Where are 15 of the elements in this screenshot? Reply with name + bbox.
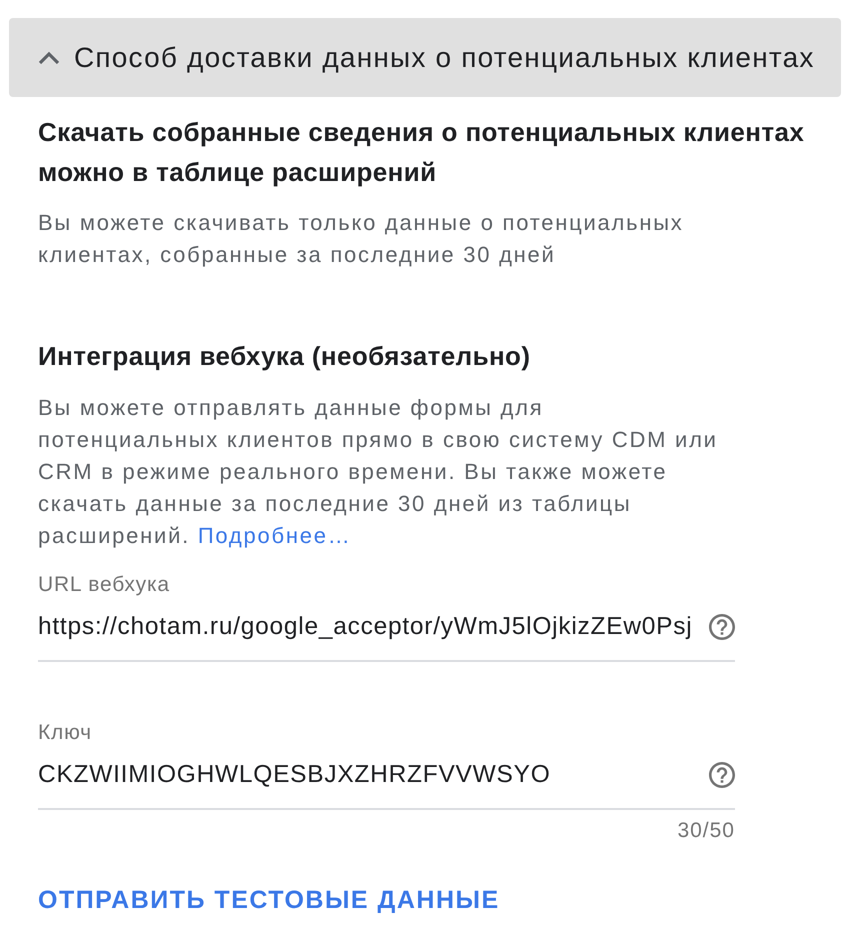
text-field[interactable]: https://chotam.ru/google_acceptor/yWmJ5lOjkizZEw0Psj: [38, 599, 735, 662]
description-text: Вы можете скачивать только данные о потенциальных клиентах, собранные за последние 30 дней: [38, 209, 685, 269]
character-counter: 30/50: [676, 819, 735, 843]
learn-more-link[interactable]: Подробнее…: [198, 523, 352, 548]
text-field[interactable]: CKZWIIMIOGHWLQESBJXZHRZFVVWSYO: [38, 747, 735, 810]
help-icon[interactable]: [709, 614, 735, 640]
send-test-data-button[interactable]: ОТПРАВИТЬ ТЕСТОВЫЕ ДАННЫЕ: [23, 876, 515, 924]
help-icon[interactable]: [709, 762, 735, 788]
section-heading: Интеграция вебхука (необязательно): [38, 340, 532, 373]
section-heading: Скачать собранные сведения о потенциальных клиентах можно в таблице расширений: [38, 116, 806, 189]
field-label: URL вебхука: [38, 572, 170, 598]
description-text: Вы можете отправлять данные формы для потенциальных клиентов прямо в свою систему CDM или CRM в режиме реального времени. Вы также можете скачать данные за последние 30 дней из таблицы расширений. Подробнее…: [38, 394, 719, 550]
section-header[interactable]: Способ доставки данных о потенциальных клиентах: [9, 18, 841, 97]
chevron-up-icon: [38, 50, 60, 64]
field-label: Ключ: [38, 720, 92, 746]
